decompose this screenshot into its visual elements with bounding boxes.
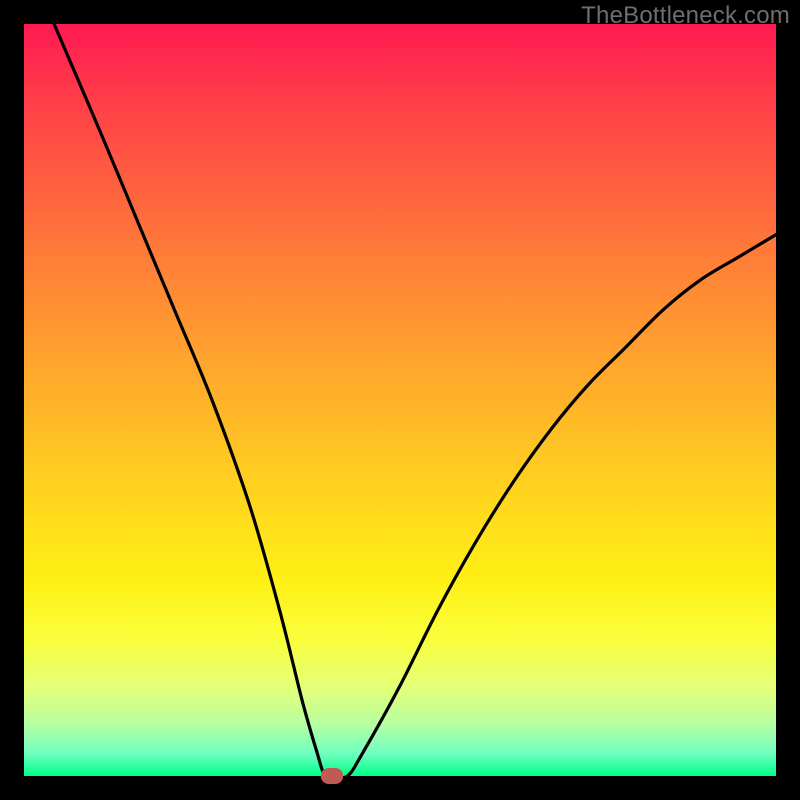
plot-area xyxy=(24,24,776,776)
chart-frame: TheBottleneck.com xyxy=(0,0,800,800)
optimal-point-marker xyxy=(321,768,343,784)
curve-svg xyxy=(24,24,776,776)
bottleneck-curve xyxy=(54,24,776,776)
